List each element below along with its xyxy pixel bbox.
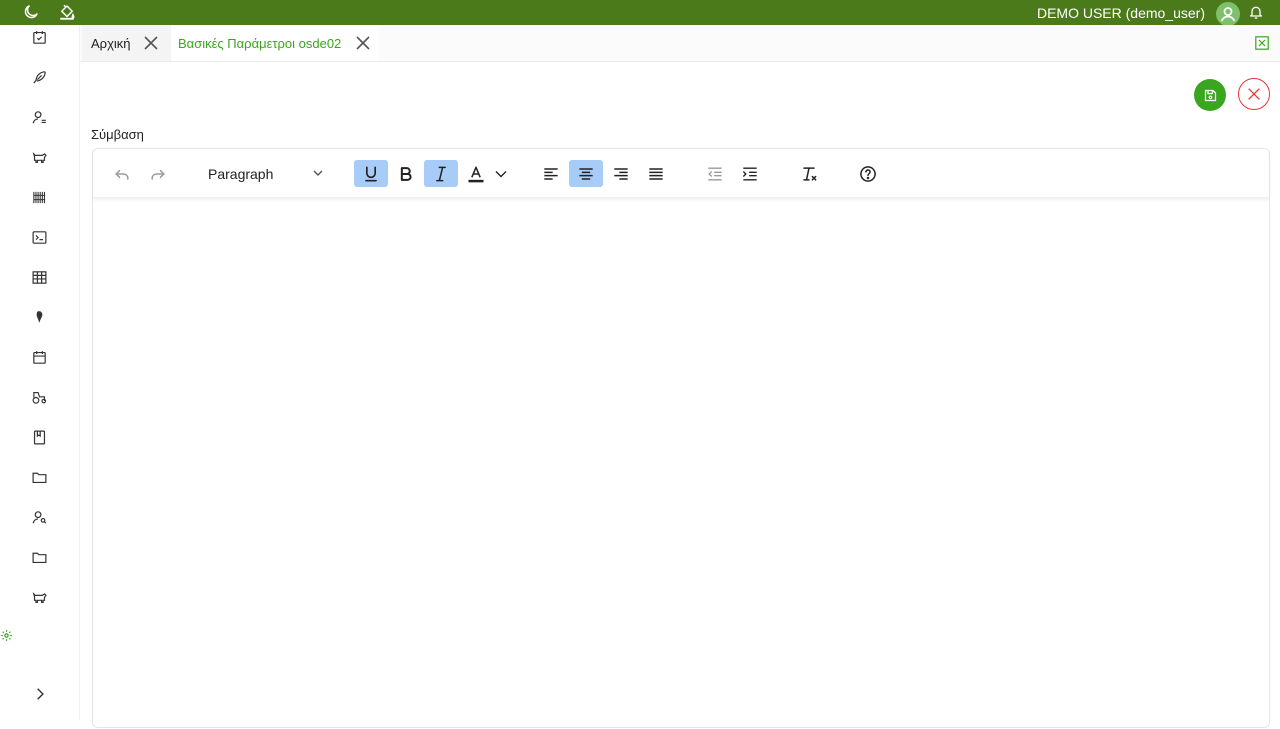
book-icon[interactable]: [31, 429, 48, 446]
editor-toolbar: Paragraph: [93, 149, 1269, 198]
tab-basic-parameters[interactable]: Βασικές Παράμετροι osde02: [171, 25, 379, 61]
close-icon[interactable]: [356, 36, 370, 50]
text-color-button[interactable]: [459, 160, 493, 187]
moon-icon[interactable]: [22, 3, 40, 21]
align-right-button[interactable]: [604, 160, 638, 187]
cow-icon[interactable]: [31, 589, 48, 606]
tab-label: Αρχική: [91, 35, 131, 51]
underline-button[interactable]: [354, 160, 388, 187]
align-left-button[interactable]: [534, 160, 568, 187]
chevron-right-icon[interactable]: [33, 687, 47, 701]
close-button[interactable]: [1238, 78, 1270, 110]
clear-formatting-button[interactable]: [792, 160, 826, 187]
close-all-tabs-icon[interactable]: [1255, 36, 1269, 50]
calendar-check-icon[interactable]: [31, 29, 48, 46]
tab-label: Βασικές Παράμετροι osde02: [178, 35, 342, 51]
block-format-select[interactable]: Paragraph: [200, 160, 330, 187]
floppy-disk-icon: [1203, 88, 1218, 103]
top-bar: DEMO USER (demo_user): [0, 0, 1280, 26]
tab-home[interactable]: Αρχική: [82, 25, 171, 61]
indent-button[interactable]: [733, 160, 767, 187]
cow-icon[interactable]: [31, 149, 48, 166]
tab-bar: Αρχική Βασικές Παράμετροι osde02: [80, 25, 1280, 62]
bold-button[interactable]: [389, 160, 423, 187]
user-search-icon[interactable]: [31, 509, 48, 526]
outdent-button[interactable]: [698, 160, 732, 187]
close-icon[interactable]: [144, 36, 158, 50]
feather-icon[interactable]: [31, 69, 48, 86]
user-avatar-icon[interactable]: [1216, 2, 1240, 26]
save-button[interactable]: [1194, 79, 1226, 111]
bell-icon[interactable]: [1248, 4, 1264, 20]
user-name[interactable]: DEMO USER (demo_user): [1037, 5, 1205, 21]
folder-icon[interactable]: [31, 469, 48, 486]
align-center-button[interactable]: [569, 160, 603, 187]
tractor-icon[interactable]: [31, 389, 48, 406]
user-settings-icon[interactable]: [31, 109, 48, 126]
calendar-icon[interactable]: [31, 349, 48, 366]
field-label: Σύμβαση: [91, 127, 144, 142]
text-color-dropdown[interactable]: [490, 160, 512, 187]
location-icon[interactable]: [31, 309, 48, 326]
sidebar: [0, 25, 80, 720]
editor-content-area[interactable]: [93, 199, 1269, 729]
table-icon[interactable]: [31, 269, 48, 286]
terminal-icon[interactable]: [31, 229, 48, 246]
redo-button[interactable]: [141, 160, 175, 187]
gear-icon[interactable]: [0, 629, 13, 642]
chevron-down-icon: [312, 167, 324, 179]
help-button[interactable]: [851, 160, 885, 187]
undo-button[interactable]: [105, 160, 139, 187]
italic-button[interactable]: [424, 160, 458, 187]
rich-text-editor: Paragraph: [92, 148, 1270, 728]
folder-icon[interactable]: [31, 549, 48, 566]
close-icon: [1246, 86, 1262, 102]
justify-button[interactable]: [639, 160, 673, 187]
paint-bucket-icon[interactable]: [58, 3, 76, 21]
barcode-icon[interactable]: [31, 189, 48, 206]
block-format-value: Paragraph: [208, 165, 274, 182]
